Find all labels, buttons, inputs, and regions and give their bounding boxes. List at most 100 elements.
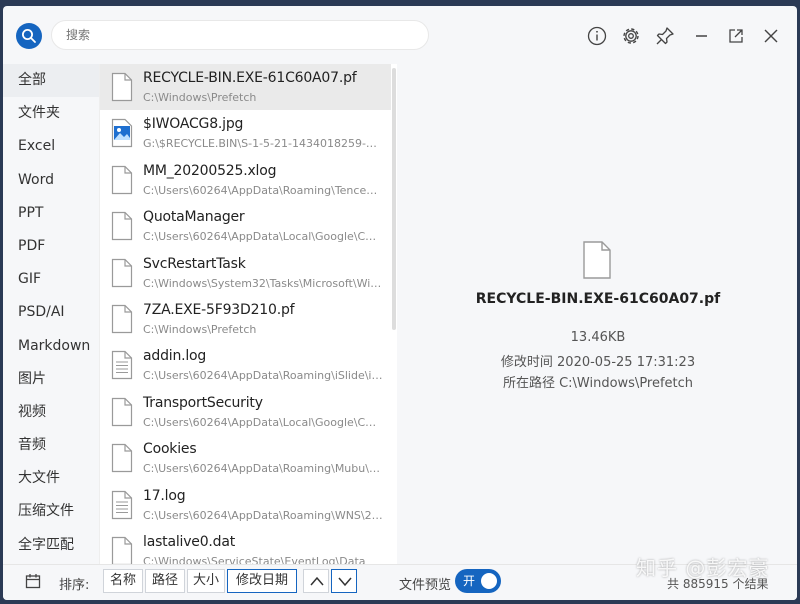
preview-file-name: RECYCLE-BIN.EXE-61C60A07.pf [475, 291, 721, 307]
toggle-knob [481, 573, 497, 589]
pin-button[interactable] [654, 25, 676, 47]
text-file-icon [111, 350, 133, 380]
file-path: C:\Windows\ServiceState\EventLog\Data [143, 554, 366, 564]
file-row[interactable]: QuotaManager C:\Users\60264\AppData\Local… [100, 203, 392, 249]
sidebar-item-markdown[interactable]: Markdown [3, 330, 99, 363]
minimize-icon [696, 35, 707, 37]
sidebar-item-all[interactable]: 全部 [3, 64, 99, 98]
sidebar-item-folder[interactable]: 文件夹 [3, 97, 99, 130]
file-icon [111, 536, 133, 564]
file-path: C:\Users\60264\AppData\Roaming\WNS\201..… [143, 508, 383, 522]
file-name: $IWOACG8.jpg [143, 116, 244, 133]
sidebar-item-video[interactable]: 视频 [3, 396, 99, 429]
top-bar [3, 6, 797, 64]
file-row[interactable]: 7ZA.EXE-5F93D210.pf C:\Windows\Prefetch [100, 296, 392, 342]
sidebar-item-whole-word[interactable]: 全字匹配 [3, 529, 99, 562]
sort-by-size-button[interactable]: 大小 [187, 569, 225, 593]
file-icon [111, 443, 133, 473]
file-row[interactable]: lastalive0.dat C:\Windows\ServiceState\Ev… [100, 528, 392, 564]
search-icon [22, 29, 36, 43]
sidebar-item-archives[interactable]: 压缩文件 [3, 495, 99, 528]
close-icon [764, 29, 778, 43]
file-path: C:\Users\60264\AppData\Roaming\Mubu\m... [143, 462, 383, 476]
file-row[interactable]: $IWOACG8.jpg G:\$RECYCLE.BIN\S-1-5-21-143… [100, 110, 392, 156]
file-row[interactable]: addin.log C:\Users\60264\AppData\Roaming\… [100, 342, 392, 388]
category-sidebar: 全部 文件夹 Excel Word PPT PDF GIF PSD/AI Mar… [3, 64, 99, 564]
file-name: 17.log [143, 487, 186, 504]
watermark: 知乎 @彭宏豪 [636, 556, 770, 580]
file-list: RECYCLE-BIN.EXE-61C60A07.pf C:\Windows\Pr… [99, 64, 397, 564]
file-row[interactable]: Cookies C:\Users\60264\AppData\Roaming\Mu… [100, 435, 392, 481]
preview-file-size: 13.46KB [570, 330, 626, 345]
file-row[interactable]: 17.log C:\Users\60264\AppData\Roaming\WNS… [100, 482, 392, 528]
close-button[interactable] [760, 25, 782, 47]
file-row[interactable]: TransportSecurity C:\Users\60264\AppData\… [100, 389, 392, 435]
minimize-button[interactable] [691, 25, 713, 47]
sort-by-name-button[interactable]: 名称 [103, 569, 143, 593]
settings-button[interactable] [620, 25, 642, 47]
file-name: RECYCLE-BIN.EXE-61C60A07.pf [143, 70, 357, 86]
file-path: C:\Windows\System32\Tasks\Microsoft\Wind… [143, 276, 383, 290]
sidebar-item-ppt[interactable]: PPT [3, 197, 99, 230]
sort-ascending-button[interactable] [303, 569, 329, 593]
file-name: 7ZA.EXE-5F93D210.pf [143, 301, 295, 318]
scrollbar-thumb[interactable] [392, 68, 396, 330]
file-preview-panel: RECYCLE-BIN.EXE-61C60A07.pf 13.46KB 修改时间… [399, 64, 797, 564]
file-path: C:\Windows\Prefetch [143, 91, 257, 104]
sort-label: 排序: [59, 578, 90, 593]
info-button[interactable] [586, 25, 608, 47]
file-icon [111, 72, 133, 102]
file-name: Cookies [143, 441, 197, 458]
preview-file-icon [583, 241, 611, 279]
preview-file-path: 所在路径 C:\Windows\Prefetch [502, 376, 694, 391]
sidebar-item-large-files[interactable]: 大文件 [3, 462, 99, 495]
preview-modified-time: 修改时间 2020-05-25 17:31:23 [500, 355, 696, 370]
file-name: lastalive0.dat [143, 533, 236, 550]
file-path: G:\$RECYCLE.BIN\S-1-5-21-1434018259-206.… [143, 137, 383, 151]
file-icon [111, 258, 133, 288]
file-path: C:\Users\60264\AppData\Roaming\iSlide\iS… [143, 369, 383, 383]
toggle-on-label: 开 [463, 574, 476, 588]
file-row[interactable]: MM_20200525.xlog C:\Users\60264\AppData\R… [100, 157, 392, 203]
file-name: addin.log [143, 348, 207, 365]
file-row[interactable]: RECYCLE-BIN.EXE-61C60A07.pf C:\Windows\Pr… [100, 64, 392, 111]
sidebar-item-gif[interactable]: GIF [3, 263, 99, 296]
calendar-icon[interactable] [25, 573, 41, 589]
chevron-up-icon [310, 576, 324, 586]
file-name: TransportSecurity [143, 394, 263, 411]
file-row[interactable]: SvcRestartTask C:\Windows\System32\Tasks\… [100, 250, 392, 296]
file-name: SvcRestartTask [143, 255, 246, 272]
file-path: C:\Users\60264\AppData\Roaming\Tencent\.… [143, 183, 383, 197]
sidebar-item-pdf[interactable]: PDF [3, 230, 99, 263]
file-icon [111, 211, 133, 241]
sort-by-date-button[interactable]: 修改日期 [227, 569, 297, 593]
file-name: MM_20200525.xlog [143, 162, 277, 179]
search-button[interactable] [16, 23, 42, 49]
file-name: QuotaManager [143, 209, 245, 226]
sort-by-path-button[interactable]: 路径 [145, 569, 185, 593]
image-file-icon [111, 118, 133, 148]
text-file-icon [111, 490, 133, 520]
open-external-button[interactable] [725, 25, 747, 47]
sidebar-item-audio[interactable]: 音频 [3, 429, 99, 462]
sort-descending-button[interactable] [331, 569, 357, 593]
search-input[interactable] [51, 20, 429, 50]
file-icon [111, 304, 133, 334]
sidebar-item-excel[interactable]: Excel [3, 130, 99, 163]
file-path: C:\Users\60264\AppData\Local\Google\Chro… [143, 415, 383, 429]
file-icon [111, 165, 133, 195]
app-window: 全部 文件夹 Excel Word PPT PDF GIF PSD/AI Mar… [3, 6, 797, 600]
file-path: C:\Users\60264\AppData\Local\Google\Chro… [143, 230, 383, 244]
sidebar-item-psd-ai[interactable]: PSD/AI [3, 296, 99, 329]
chevron-down-icon [338, 577, 352, 587]
file-icon [111, 397, 133, 427]
file-preview-label: 文件预览 [399, 578, 452, 593]
settings-icon [623, 28, 639, 44]
file-list-scrollbar[interactable] [391, 64, 397, 564]
open-external-icon [729, 29, 743, 43]
file-preview-toggle[interactable]: 开 [455, 569, 501, 593]
sidebar-item-images[interactable]: 图片 [3, 363, 99, 396]
sidebar-item-word[interactable]: Word [3, 164, 99, 197]
file-path: C:\Windows\Prefetch [143, 322, 257, 336]
pin-icon [656, 27, 674, 45]
